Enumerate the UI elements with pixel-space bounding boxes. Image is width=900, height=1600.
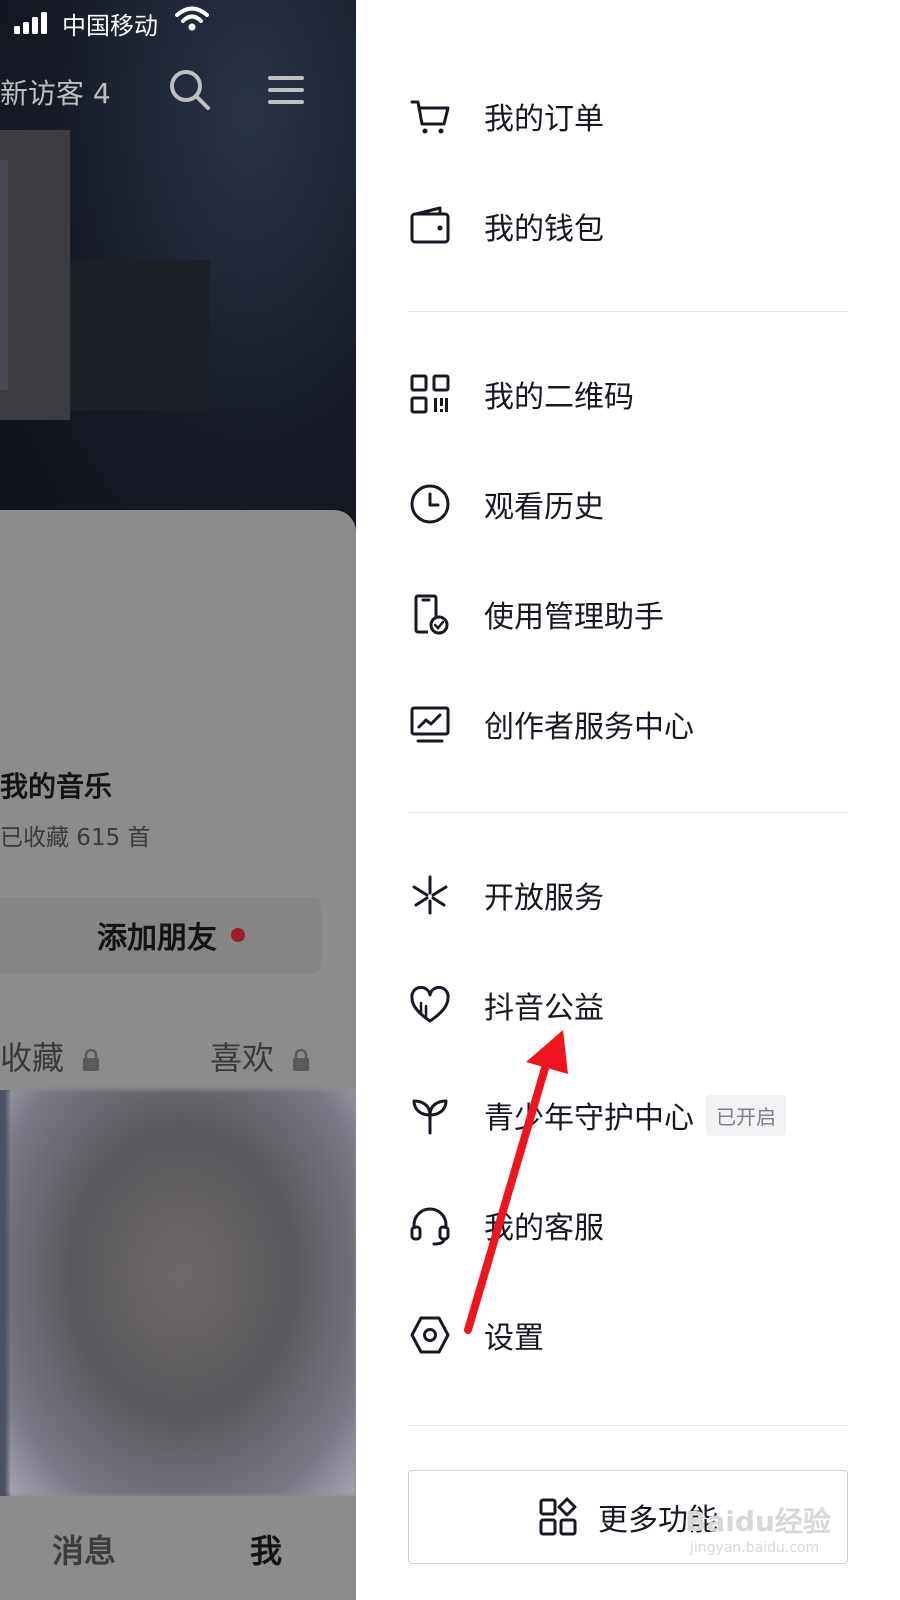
menu-item-label: 我的二维码	[484, 380, 634, 415]
menu-item-watch-history[interactable]: 观看历史	[408, 464, 848, 544]
menu-item-usage-manager[interactable]: 使用管理助手	[408, 574, 848, 654]
heart-icon	[410, 985, 450, 1023]
notification-dot	[231, 928, 245, 942]
carrier-name: 中国移动	[62, 12, 158, 40]
menu-item-settings[interactable]: 设置	[408, 1295, 848, 1375]
clock-icon	[410, 484, 450, 524]
qr-code-icon	[410, 374, 450, 414]
menu-item-label: 抖音公益	[484, 991, 604, 1026]
menu-item-orders[interactable]: 我的订单	[408, 76, 848, 156]
status-bar: 中国移动	[0, 0, 356, 44]
blurred-region	[70, 260, 210, 410]
search-icon[interactable]	[168, 68, 212, 112]
divider	[408, 812, 848, 813]
menu-item-label: 我的订单	[484, 102, 604, 137]
add-friend-button[interactable]: 添加朋友	[0, 897, 322, 973]
hamburger-menu-icon[interactable]	[268, 74, 304, 106]
wallet-icon	[410, 206, 450, 244]
divider	[408, 311, 848, 312]
phone-check-icon	[414, 594, 449, 635]
my-music-title[interactable]: 我的音乐	[0, 765, 112, 805]
my-music-count: 已收藏 615 首	[0, 825, 151, 851]
wifi-icon	[175, 6, 209, 31]
menu-item-label: 设置	[484, 1321, 544, 1356]
sprout-icon	[412, 1099, 448, 1135]
menu-item-qr-code[interactable]: 我的二维码	[408, 354, 848, 434]
lock-icon	[293, 1048, 310, 1071]
menu-item-label: 使用管理助手	[484, 600, 664, 635]
menu-item-label: 我的钱包	[484, 212, 604, 247]
menu-item-wallet[interactable]: 我的钱包	[408, 186, 848, 266]
status-badge: 已开启	[706, 1094, 786, 1136]
nav-me[interactable]: 我	[250, 1526, 282, 1572]
menu-item-youth-protection[interactable]: 青少年守护中心 已开启	[408, 1075, 848, 1155]
menu-item-creator-center[interactable]: 创作者服务中心	[408, 684, 848, 764]
watermark-url: jingyan.baidu.com	[690, 1540, 820, 1556]
menu-item-label: 创作者服务中心	[484, 710, 694, 745]
menu-item-charity[interactable]: 抖音公益	[408, 965, 848, 1045]
cart-icon	[410, 100, 450, 134]
video-thumbnail[interactable]	[8, 1090, 356, 1496]
new-visitors-link[interactable]: 新访客 4	[0, 72, 111, 112]
tab-favorites-label: 收藏	[0, 1039, 65, 1077]
divider	[408, 1425, 848, 1426]
side-drawer: 我的订单 我的钱包 我的二维码 观看历史 使用管理助手 创作者服务中心 开放服务…	[356, 0, 900, 1600]
hex-settings-icon	[410, 1316, 450, 1354]
menu-item-label: 我的客服	[484, 1211, 604, 1246]
nav-messages[interactable]: 消息	[52, 1526, 116, 1572]
tab-likes-label: 喜欢	[210, 1039, 275, 1077]
add-friend-label: 添加朋友	[97, 921, 217, 956]
profile-page-dimmed[interactable]: 中国移动 新访客 4 我的音乐 已收藏 615 首 添加朋友 收藏 喜欢 消息 …	[0, 0, 356, 1600]
menu-item-label: 观看历史	[484, 490, 604, 525]
menu-item-open-services[interactable]: 开放服务	[408, 855, 848, 935]
menu-item-label: 青少年守护中心	[484, 1101, 694, 1136]
monitor-chart-icon	[410, 706, 450, 743]
signal-icon	[14, 12, 47, 34]
menu-item-label: 开放服务	[484, 881, 604, 916]
spark-icon	[412, 875, 448, 915]
apps-icon	[539, 1497, 577, 1536]
watermark-logo: Baidu经验	[685, 1505, 831, 1538]
menu-item-customer-service[interactable]: 我的客服	[408, 1185, 848, 1265]
tab-likes[interactable]: 喜欢	[210, 1033, 310, 1079]
lock-icon	[83, 1048, 100, 1071]
blurred-region	[0, 160, 8, 390]
blurred-region	[0, 130, 70, 420]
headset-icon	[410, 1207, 450, 1246]
tab-favorites[interactable]: 收藏	[0, 1033, 100, 1079]
